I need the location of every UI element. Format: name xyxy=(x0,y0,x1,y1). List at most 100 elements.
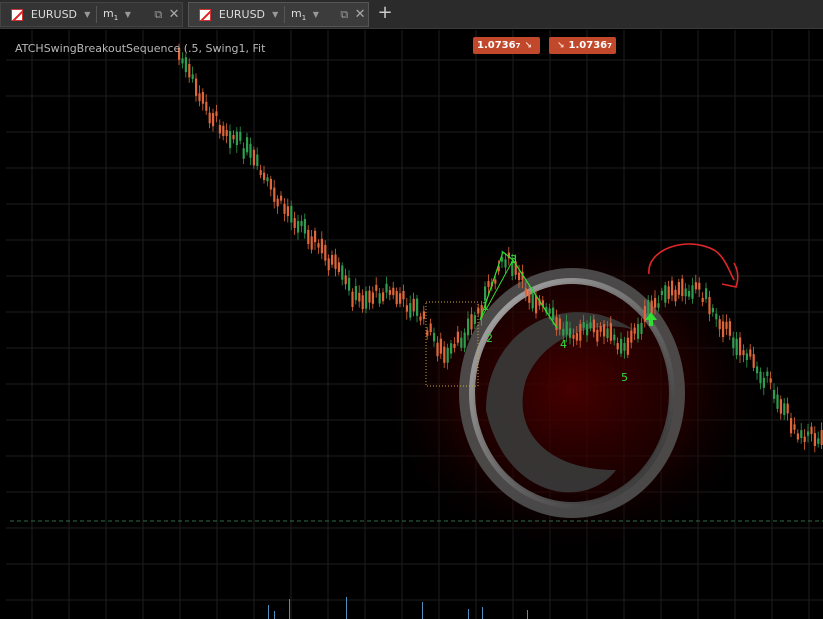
ask-price-tag[interactable]: ↘ 1.0736 7 xyxy=(549,37,617,54)
candle-body xyxy=(820,429,823,446)
candle-body xyxy=(242,148,245,159)
detach-icon[interactable]: ⧉ xyxy=(336,8,352,22)
candle-body xyxy=(779,399,782,414)
detach-icon[interactable]: ⧉ xyxy=(150,8,166,22)
volume-bar xyxy=(422,602,423,619)
close-icon[interactable]: ✕ xyxy=(166,7,182,22)
candle-body xyxy=(208,112,211,124)
tab-symbol[interactable]: EURUSD xyxy=(219,8,272,21)
candle-body xyxy=(436,342,439,357)
chevron-down-icon[interactable]: ▼ xyxy=(125,10,137,19)
candle-body xyxy=(630,330,633,343)
chart-tab-2[interactable]: EURUSD ▼ m1 ▼ ⧉ ✕ xyxy=(188,2,369,27)
candle-body xyxy=(205,101,208,111)
candle-body xyxy=(599,326,602,332)
candle-body xyxy=(810,426,813,435)
pattern-label-2: 2 xyxy=(486,332,493,345)
candle-body xyxy=(371,292,374,304)
candle-body xyxy=(626,337,629,355)
candle-body xyxy=(392,287,395,296)
candle-body xyxy=(674,289,677,302)
candle-body xyxy=(399,293,402,304)
candle-body xyxy=(348,277,351,291)
tab-symbol[interactable]: EURUSD xyxy=(31,8,84,21)
candle-body xyxy=(691,285,694,299)
candle-body xyxy=(793,424,796,430)
volume-bar xyxy=(527,610,528,619)
candle-body xyxy=(402,291,405,300)
candle-body xyxy=(422,311,425,319)
candle-body xyxy=(524,288,527,296)
candle-body xyxy=(528,290,531,303)
candle-body xyxy=(558,318,561,330)
volume-bar xyxy=(482,607,483,619)
candle-body xyxy=(433,332,436,342)
tab-timeframe[interactable]: m1 xyxy=(291,7,313,22)
candle-body xyxy=(188,63,191,78)
candle-body xyxy=(225,130,228,136)
candle-body xyxy=(351,291,354,307)
candle-body xyxy=(698,282,701,290)
candle-body xyxy=(739,337,742,356)
instrument-flag-icon xyxy=(199,8,211,21)
volume-bar xyxy=(346,597,347,619)
candle-body xyxy=(796,433,799,440)
trading-app: EURUSD ▼ m1 ▼ ⧉ ✕ EURUSD ▼ m1 ▼ ⧉ ✕ + 1 … xyxy=(0,0,823,619)
candle-body xyxy=(504,259,507,268)
close-icon[interactable]: ✕ xyxy=(352,7,368,22)
candle-body xyxy=(446,347,449,363)
candle-body xyxy=(320,238,323,254)
candle-body xyxy=(361,295,364,310)
pattern-label-4: 4 xyxy=(560,338,567,351)
candle-body xyxy=(218,124,221,134)
candle-body xyxy=(589,322,592,329)
candle-body xyxy=(198,93,201,102)
candle-body xyxy=(677,282,680,295)
candle-body xyxy=(456,331,459,343)
chevron-down-icon[interactable]: ▼ xyxy=(84,10,96,19)
candle-body xyxy=(382,292,385,302)
chart-canvas[interactable]: 1 2 3 4 5 xyxy=(6,30,823,619)
candle-body xyxy=(722,321,725,337)
candle-body xyxy=(494,279,497,284)
candle-body xyxy=(232,134,235,140)
tab-divider xyxy=(284,6,285,23)
candle-body xyxy=(783,403,786,416)
candle-body xyxy=(368,290,371,303)
sell-arrow-icon: ↘ xyxy=(524,40,533,51)
candle-body xyxy=(195,78,198,96)
candle-body xyxy=(283,203,286,214)
candle-body xyxy=(708,297,711,315)
candle-body xyxy=(388,290,391,295)
candle-body xyxy=(647,300,650,316)
chart-tab-1[interactable]: EURUSD ▼ m1 ▼ ⧉ ✕ xyxy=(0,2,183,27)
volume-bar xyxy=(468,609,469,619)
candle-body xyxy=(582,322,585,328)
candle-body xyxy=(752,354,755,368)
chevron-down-icon[interactable]: ▼ xyxy=(272,10,284,19)
chevron-down-icon[interactable]: ▼ xyxy=(313,10,325,19)
candle-body xyxy=(259,170,262,175)
candle-body xyxy=(273,187,276,202)
candle-body xyxy=(341,265,344,280)
candle-body xyxy=(518,272,521,281)
buy-arrow-icon: ↘ xyxy=(557,40,565,51)
candle-body xyxy=(426,330,429,336)
candle-body xyxy=(334,254,337,269)
candle-body xyxy=(269,178,272,190)
candle-body xyxy=(453,343,456,348)
bid-price-tag[interactable]: 1.0736 7 ↘ xyxy=(473,37,541,54)
candle-body xyxy=(606,328,609,339)
price-chart[interactable]: 1 2 3 4 5 ATCHSwingBreakoutSequence (.5,… xyxy=(6,30,823,619)
candle-body xyxy=(654,297,657,308)
candle-body xyxy=(331,255,334,265)
candle-body xyxy=(637,324,640,339)
candle-body xyxy=(633,327,636,334)
tab-timeframe[interactable]: m1 xyxy=(103,7,125,22)
candle-body xyxy=(358,292,361,302)
candle-body xyxy=(470,314,473,330)
candle-body xyxy=(694,282,697,290)
plus-icon[interactable]: + xyxy=(376,4,394,22)
candle-body xyxy=(613,334,616,341)
candle-body xyxy=(535,295,538,314)
